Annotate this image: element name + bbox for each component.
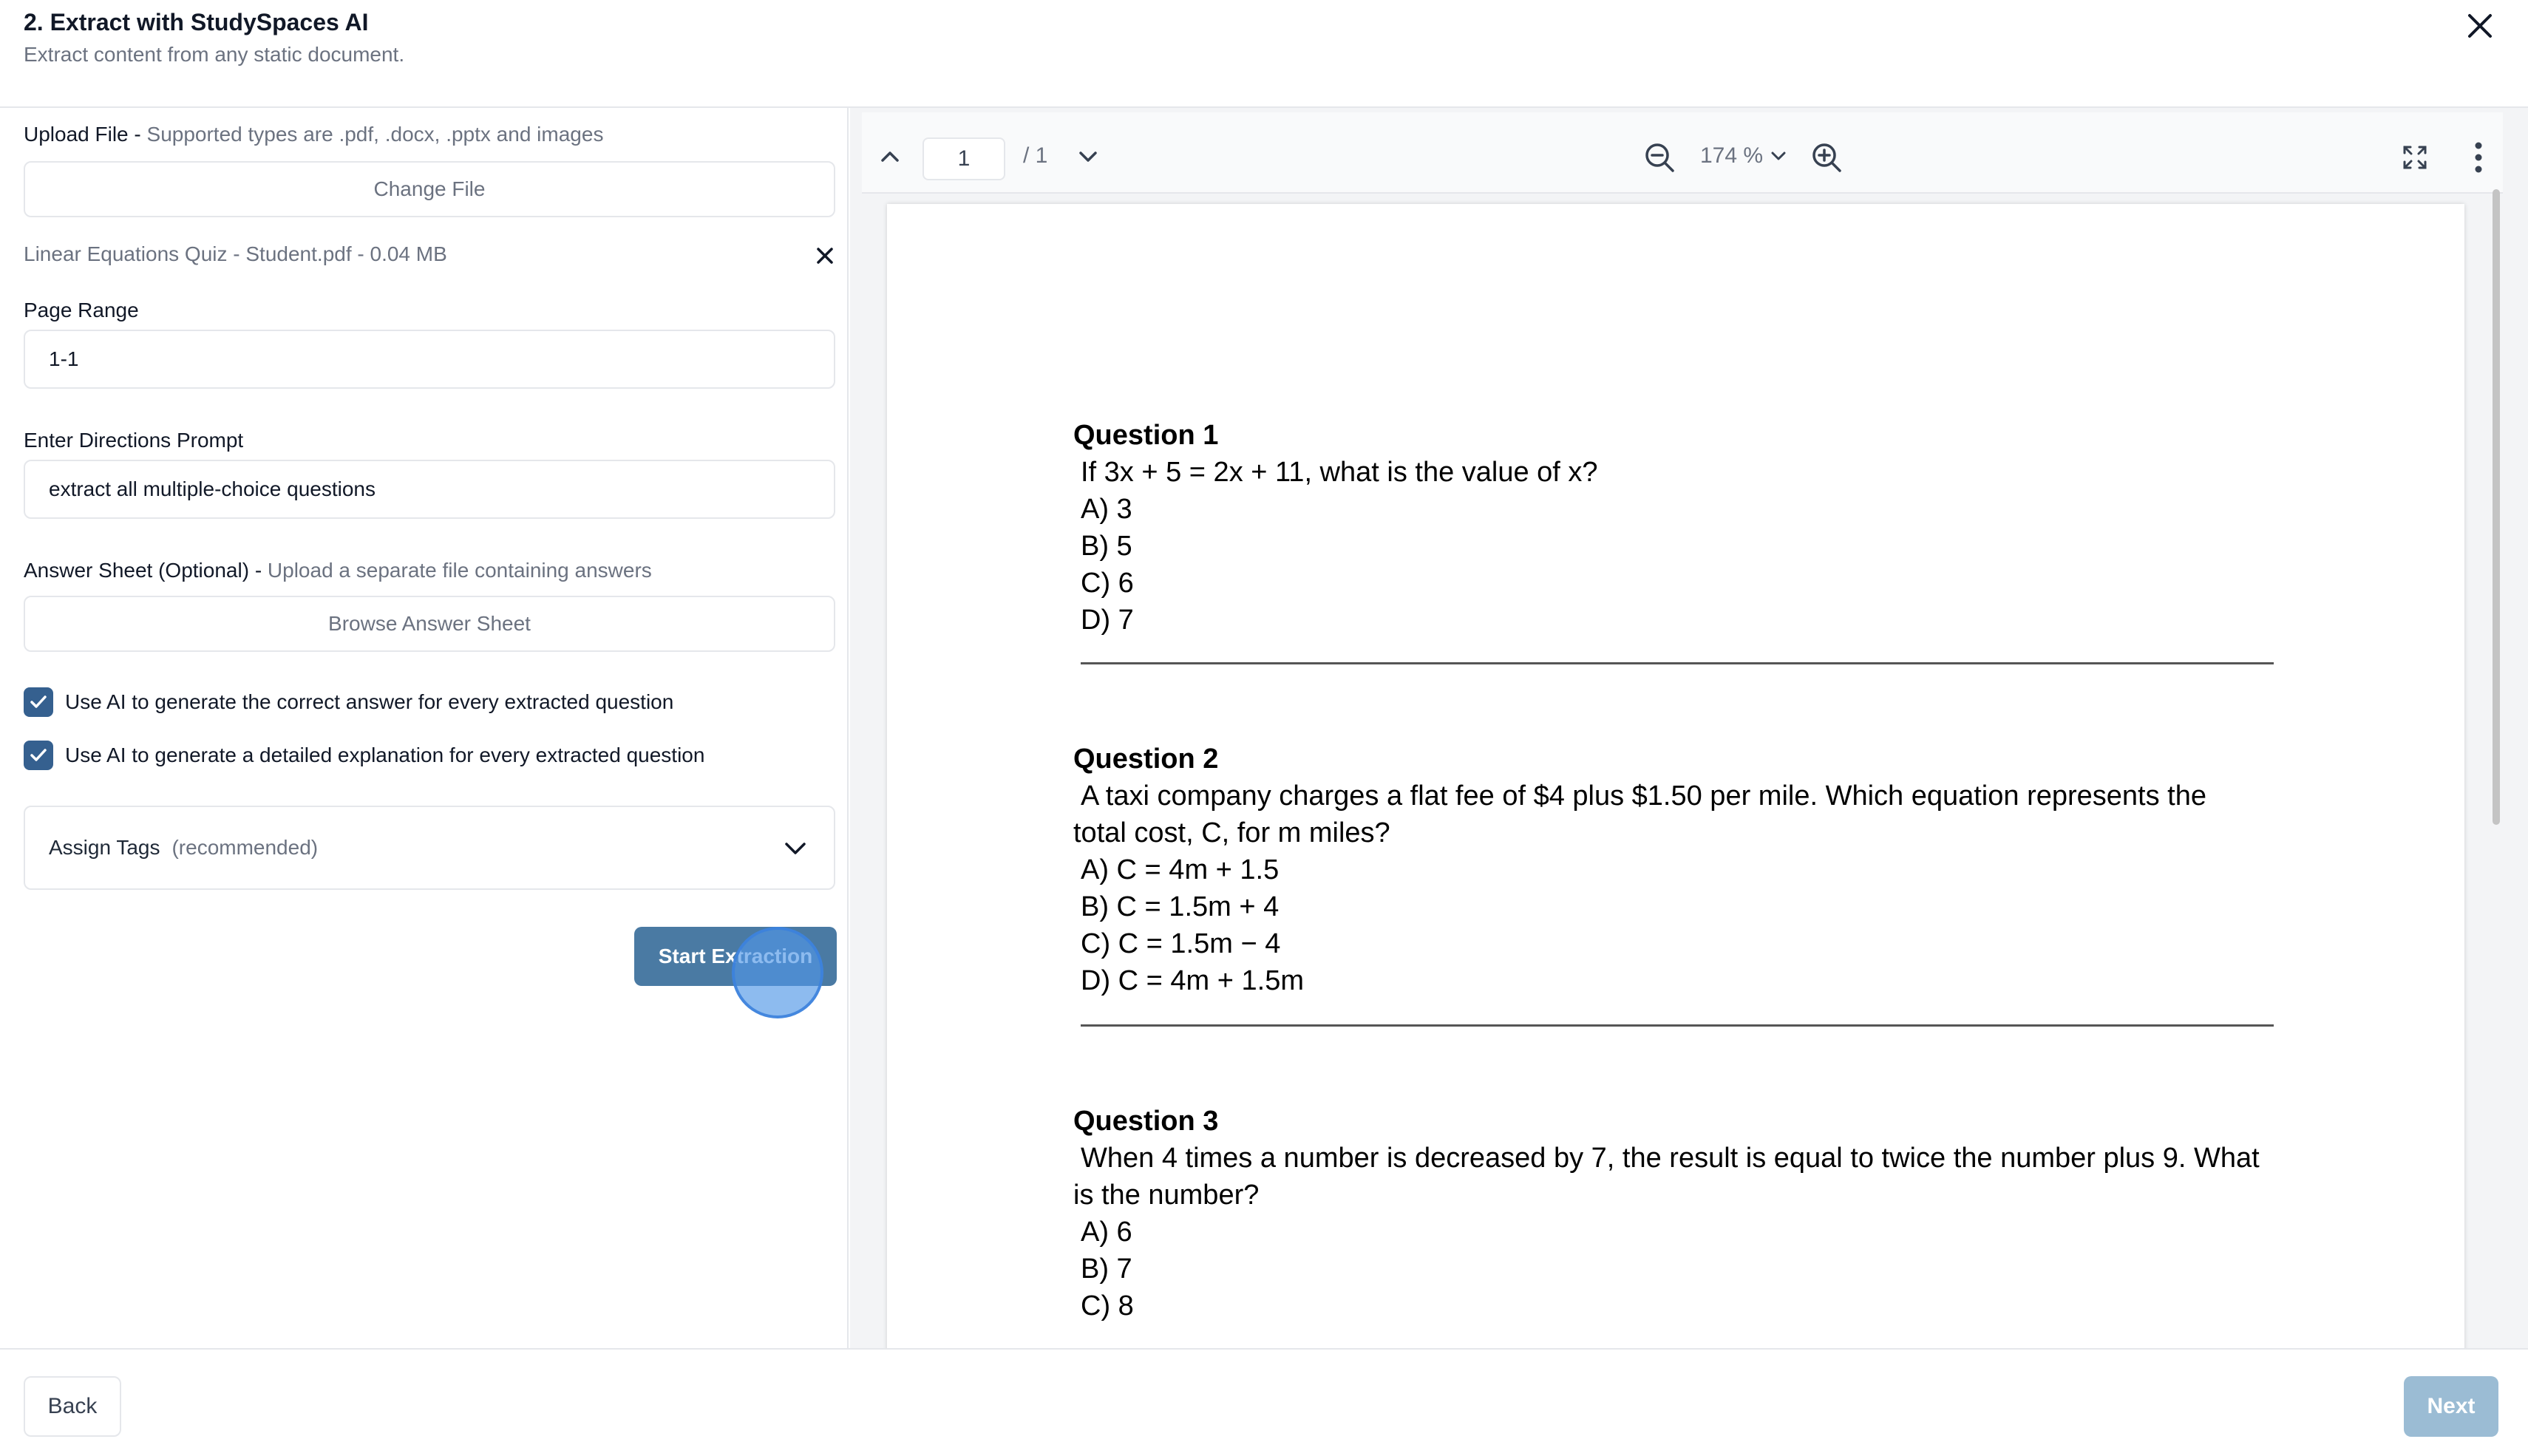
assign-tags-label: Assign Tags <box>49 836 160 859</box>
extract-modal: 2. Extract with StudySpaces AI Extract c… <box>0 0 2528 1456</box>
chevron-down-icon <box>785 843 806 854</box>
check-icon <box>30 695 47 708</box>
extraction-form: Upload File - Supported types are .pdf, … <box>0 108 849 1348</box>
directions-prompt-input[interactable]: extract all multiple-choice questions <box>24 460 835 519</box>
next-button[interactable]: Next <box>2404 1376 2498 1437</box>
answer-option: D) 7 <box>1081 605 1134 636</box>
question-text: When 4 times a number is decreased by 7,… <box>1081 1143 2260 1174</box>
zoom-level-value: 174 % <box>1700 143 1764 168</box>
close-button[interactable] <box>2461 7 2498 44</box>
assign-tags-hint: (recommended) <box>171 836 319 859</box>
generate-explanation-checkbox[interactable] <box>24 741 53 770</box>
answer-sheet-label-text: Answer Sheet (Optional) - <box>24 559 268 582</box>
answer-option: B) 5 <box>1081 531 1132 562</box>
generate-answer-option[interactable]: Use AI to generate the correct answer fo… <box>24 687 673 717</box>
next-page-button[interactable] <box>1072 140 1104 173</box>
close-icon <box>2468 14 2492 38</box>
answer-option: B) C = 1.5m + 4 <box>1081 891 1280 922</box>
directions-label: Enter Directions Prompt <box>24 429 244 452</box>
answer-option: C) C = 1.5m − 4 <box>1081 928 1281 959</box>
answer-option: A) C = 4m + 1.5 <box>1081 854 1280 885</box>
generate-explanation-option[interactable]: Use AI to generate a detailed explanatio… <box>24 741 704 770</box>
question-text: total cost, C, for m miles? <box>1073 817 1390 848</box>
answer-option: D) C = 4m + 1.5m <box>1081 965 1304 996</box>
question-title: Question 1 <box>1073 420 1219 451</box>
zoom-out-button[interactable] <box>1641 139 1678 176</box>
question-divider <box>1081 1024 2274 1027</box>
upload-label-text: Upload File - <box>24 123 147 146</box>
zoom-in-icon <box>1812 143 1841 172</box>
more-vertical-icon <box>2475 142 2482 173</box>
question-divider <box>1081 662 2274 664</box>
upload-file-label: Upload File - Supported types are .pdf, … <box>24 123 603 146</box>
remove-file-button[interactable] <box>810 241 840 271</box>
page-range-label: Page Range <box>24 299 139 322</box>
upload-hint: Supported types are .pdf, .docx, .pptx a… <box>146 123 604 146</box>
answer-option: A) 6 <box>1081 1217 1132 1248</box>
generate-answer-checkbox[interactable] <box>24 687 53 717</box>
browse-answer-sheet-button[interactable]: Browse Answer Sheet <box>24 596 835 652</box>
zoom-level-dropdown[interactable]: 174 % <box>1700 143 1788 169</box>
chevron-up-icon <box>881 152 899 162</box>
pdf-page: Question 1 If 3x + 5 = 2x + 11, what is … <box>887 204 2464 1348</box>
answer-sheet-hint: Upload a separate file containing answer… <box>267 559 652 582</box>
modal-header: 2. Extract with StudySpaces AI Extract c… <box>0 0 2528 108</box>
page-total: / 1 <box>1023 143 1048 168</box>
more-options-button[interactable] <box>2467 139 2490 176</box>
check-icon <box>30 749 47 761</box>
back-button[interactable]: Back <box>24 1376 121 1437</box>
fullscreen-button[interactable] <box>2398 140 2432 174</box>
close-icon <box>817 248 833 264</box>
answer-option: C) 8 <box>1081 1290 1134 1321</box>
chevron-down-icon <box>1079 152 1097 162</box>
answer-option: A) 3 <box>1081 494 1132 525</box>
modal-title: 2. Extract with StudySpaces AI <box>24 9 369 35</box>
page-range-input[interactable]: 1-1 <box>24 330 835 389</box>
zoom-in-button[interactable] <box>1808 139 1845 176</box>
fullscreen-icon <box>2403 146 2427 169</box>
modal-footer: Back Next <box>0 1348 2528 1456</box>
answer-option: B) 7 <box>1081 1253 1132 1285</box>
chevron-down-icon <box>1771 152 1786 160</box>
generate-explanation-label: Use AI to generate a detailed explanatio… <box>65 744 705 766</box>
change-file-button[interactable]: Change File <box>24 161 835 217</box>
question-text: If 3x + 5 = 2x + 11, what is the value o… <box>1081 457 1598 488</box>
viewer-scrollbar[interactable] <box>2493 189 2500 825</box>
zoom-out-icon <box>1645 143 1674 172</box>
answer-option: C) 6 <box>1081 568 1134 599</box>
page-number-input[interactable]: 1 <box>922 137 1005 180</box>
previous-page-button[interactable] <box>874 140 906 173</box>
question-text: A taxi company charges a flat fee of $4 … <box>1081 780 2206 812</box>
question-text: is the number? <box>1073 1180 1260 1211</box>
pdf-viewer: 1 / 1 174 % Question 1 If 3x + 5 = 2x + … <box>850 108 2528 1348</box>
generate-answer-label: Use AI to generate the correct answer fo… <box>65 690 674 713</box>
answer-sheet-label: Answer Sheet (Optional) - Upload a separ… <box>24 559 652 582</box>
question-title: Question 3 <box>1073 1106 1219 1137</box>
viewer-toolbar: 1 / 1 174 % <box>862 112 2503 194</box>
modal-subtitle: Extract content from any static document… <box>24 43 405 66</box>
assign-tags-dropdown[interactable]: Assign Tags (recommended) <box>24 806 835 890</box>
start-extraction-button[interactable]: Start Extraction <box>634 927 837 986</box>
question-title: Question 2 <box>1073 744 1219 775</box>
uploaded-file-info: Linear Equations Quiz - Student.pdf - 0.… <box>24 242 447 265</box>
